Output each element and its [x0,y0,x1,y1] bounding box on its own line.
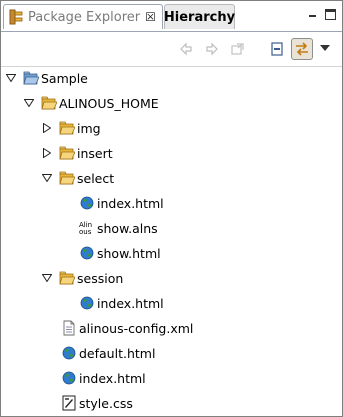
minimize-icon[interactable] [307,9,318,20]
css-file-icon [61,395,77,411]
tree-item-alinous-config-xml[interactable]: alinous-config.xml [61,317,193,339]
back-arrow-icon[interactable] [175,38,197,60]
globe-icon [79,245,95,261]
alns-icon-text: Alin ous [79,221,92,236]
go-into-icon[interactable] [227,38,249,60]
project-folder-icon [23,70,39,86]
tab-hierarchy[interactable]: Hierarchy [164,4,235,29]
tab-label: Hierarchy [163,9,236,25]
tree-item-alinous-home[interactable]: ALINOUS_HOME [23,92,159,114]
globe-icon [79,295,95,311]
tree-item-style-css[interactable]: style.css [61,392,133,414]
tab-package-explorer[interactable]: Package Explorer ☒ [3,4,163,29]
alns-file-icon: Alin ous [79,220,95,236]
globe-icon [79,195,95,211]
tree-item-label: Sample [41,70,88,86]
tree-item-select[interactable]: select [41,167,114,189]
chevron-down-icon[interactable] [41,172,53,184]
tree-item-label: ALINOUS_HOME [59,95,159,111]
package-explorer-icon [9,9,23,25]
forward-arrow-icon[interactable] [201,38,223,60]
close-icon[interactable]: ☒ [145,11,156,23]
chevron-right-icon[interactable] [41,122,53,134]
view-toolbar [1,31,342,67]
tree-item-label: index.html [97,195,164,211]
tree-item-insert[interactable]: insert [41,142,113,164]
tree-item-label: img [77,120,101,136]
open-folder-icon [59,270,75,286]
view-tab-bar: Package Explorer ☒ Hierarchy [1,1,342,31]
tree-item-label: show.html [97,245,161,261]
folder-icon [59,145,75,161]
globe-icon [61,345,77,361]
maximize-icon[interactable] [325,9,336,20]
tree-item-label: style.css [79,395,133,411]
tree-item-label: insert [77,145,113,161]
tree-item-index-html[interactable]: index.html [61,367,146,389]
open-folder-icon [41,95,57,111]
chevron-down-icon[interactable] [23,97,35,109]
chevron-down-icon[interactable] [41,272,53,284]
tree-item-sample[interactable]: Sample [5,67,88,89]
tree-item-label: show.alns [97,220,158,236]
tree-item-show-html[interactable]: show.html [79,242,161,264]
view-menu-icon[interactable] [319,42,331,54]
tree-item-select-index-html[interactable]: index.html [79,192,164,214]
tree-item-img[interactable]: img [41,117,101,139]
tree-item-default-html[interactable]: default.html [61,342,155,364]
tree-item-label: alinous-config.xml [79,320,194,336]
package-explorer-view: Package Explorer ☒ Hierarchy Sample ALIN… [0,0,343,417]
tree-item-label: index.html [79,370,146,386]
xml-file-icon [61,320,77,336]
tree-item-label: select [77,170,115,186]
link-with-editor-icon[interactable] [291,38,313,60]
chevron-right-icon[interactable] [41,147,53,159]
collapse-all-icon[interactable] [266,38,288,60]
open-folder-icon [59,170,75,186]
tree-item-session[interactable]: session [41,267,123,289]
tree-item-label: session [77,270,124,286]
tree-item-label: default.html [79,345,156,361]
globe-icon [61,370,77,386]
package-tree: Sample ALINOUS_HOME img insert select in… [1,65,342,416]
tab-label: Package Explorer [28,9,141,25]
tree-item-show-alns[interactable]: Alin ous show.alns [79,217,158,239]
folder-icon [59,120,75,136]
tree-item-session-index-html[interactable]: index.html [79,292,164,314]
tree-item-label: index.html [97,295,164,311]
chevron-down-icon[interactable] [5,72,17,84]
